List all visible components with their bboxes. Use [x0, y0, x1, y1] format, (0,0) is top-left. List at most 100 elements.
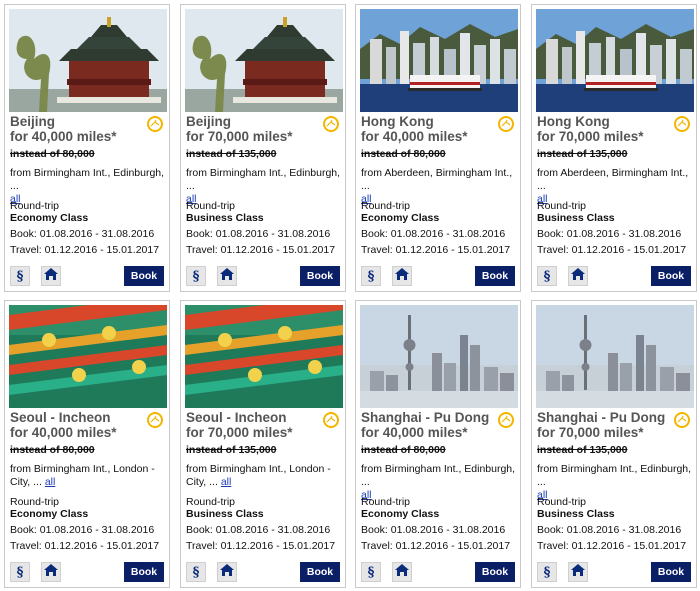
airline-logo-icon [323, 412, 339, 428]
destination-photo [185, 9, 343, 112]
home-button[interactable] [217, 266, 237, 286]
destination-name: Hong Kong [361, 114, 434, 129]
travel-period: Travel: 01.12.2016 - 15.01.2017 [537, 540, 687, 552]
destination-photo [536, 305, 694, 408]
airline-logo-icon [323, 116, 339, 132]
offer-card: Shanghai - Pu Dong for 40,000 miles* ins… [355, 300, 521, 588]
offer-title: Shanghai - Pu Dong for 40,000 miles* [361, 410, 496, 440]
home-icon [44, 267, 58, 285]
destination-name: Hong Kong [537, 114, 610, 129]
departure-airports: from Birmingham Int., London - City, ...… [10, 463, 166, 489]
destination-name: Shanghai - Pu Dong [537, 410, 666, 425]
cabin-class: Business Class [186, 212, 264, 224]
offer-title: Beijing for 40,000 miles* [10, 114, 145, 144]
rules-button[interactable]: § [361, 266, 381, 286]
miles-price: for 70,000 miles* [537, 425, 644, 440]
destination-name: Beijing [186, 114, 232, 129]
rules-button[interactable]: § [186, 562, 206, 582]
home-icon [220, 563, 234, 581]
old-price: instead of 80,000 [10, 444, 95, 456]
booking-period: Book: 01.08.2016 - 31.08.2016 [186, 524, 331, 536]
departure-list: from Aberdeen, Birmingham Int., ... [361, 167, 513, 192]
rules-button[interactable]: § [537, 562, 557, 582]
book-button[interactable]: Book [651, 266, 691, 286]
rules-button[interactable]: § [361, 562, 381, 582]
rules-button[interactable]: § [186, 266, 206, 286]
paragraph-icon: § [16, 564, 24, 580]
home-button[interactable] [568, 562, 588, 582]
travel-period: Travel: 01.12.2016 - 15.01.2017 [361, 540, 511, 552]
offers-grid: Beijing for 40,000 miles* instead of 80,… [0, 0, 700, 591]
airline-logo-icon [147, 412, 163, 428]
old-price: instead of 80,000 [361, 148, 446, 160]
offer-title: Hong Kong for 70,000 miles* [537, 114, 672, 144]
offer-card: Beijing for 70,000 miles* instead of 135… [180, 4, 346, 292]
old-price: instead of 135,000 [537, 148, 628, 160]
departure-list: from Birmingham Int., Edinburgh, ... [186, 167, 341, 192]
offer-card: Seoul - Incheon for 70,000 miles* instea… [180, 300, 346, 588]
book-button[interactable]: Book [124, 562, 164, 582]
home-icon [571, 563, 585, 581]
book-button[interactable]: Book [475, 266, 515, 286]
miles-price: for 70,000 miles* [537, 129, 644, 144]
offer-card: Shanghai - Pu Dong for 70,000 miles* ins… [531, 300, 697, 588]
cabin-class: Economy Class [361, 212, 440, 224]
airline-logo-icon [498, 412, 514, 428]
offer-title: Hong Kong for 40,000 miles* [361, 114, 496, 144]
cabin-class: Business Class [537, 212, 615, 224]
paragraph-icon: § [192, 268, 200, 284]
all-airports-link[interactable]: all [221, 476, 232, 488]
home-button[interactable] [568, 266, 588, 286]
home-button[interactable] [217, 562, 237, 582]
departure-list: from Birmingham Int., Edinburgh, ... [361, 463, 516, 488]
old-price: instead of 80,000 [361, 444, 446, 456]
destination-name: Seoul - Incheon [10, 410, 111, 425]
offer-title: Beijing for 70,000 miles* [186, 114, 321, 144]
all-airports-link[interactable]: all [45, 476, 56, 488]
book-button[interactable]: Book [651, 562, 691, 582]
rules-button[interactable]: § [10, 562, 30, 582]
cabin-class: Business Class [537, 508, 615, 520]
home-button[interactable] [41, 562, 61, 582]
home-icon [44, 563, 58, 581]
offer-card: Hong Kong for 70,000 miles* instead of 1… [531, 4, 697, 292]
cabin-class: Business Class [186, 508, 264, 520]
destination-name: Seoul - Incheon [186, 410, 287, 425]
booking-period: Book: 01.08.2016 - 31.08.2016 [537, 228, 682, 240]
miles-price: for 40,000 miles* [361, 129, 468, 144]
destination-photo [185, 305, 343, 408]
travel-period: Travel: 01.12.2016 - 15.01.2017 [361, 244, 511, 256]
home-button[interactable] [392, 266, 412, 286]
destination-photo [9, 305, 167, 408]
paragraph-icon: § [543, 268, 551, 284]
miles-price: for 70,000 miles* [186, 425, 293, 440]
offer-title: Seoul - Incheon for 40,000 miles* [10, 410, 145, 440]
booking-period: Book: 01.08.2016 - 31.08.2016 [361, 524, 506, 536]
rules-button[interactable]: § [537, 266, 557, 286]
travel-period: Travel: 01.12.2016 - 15.01.2017 [186, 540, 336, 552]
departure-list: from Birmingham Int., London - City, ... [10, 463, 155, 488]
destination-photo [9, 9, 167, 112]
travel-period: Travel: 01.12.2016 - 15.01.2017 [10, 540, 160, 552]
travel-period: Travel: 01.12.2016 - 15.01.2017 [10, 244, 160, 256]
destination-name: Beijing [10, 114, 56, 129]
old-price: instead of 80,000 [10, 148, 95, 160]
book-button[interactable]: Book [300, 562, 340, 582]
home-button[interactable] [41, 266, 61, 286]
booking-period: Book: 01.08.2016 - 31.08.2016 [537, 524, 682, 536]
book-button[interactable]: Book [124, 266, 164, 286]
home-button[interactable] [392, 562, 412, 582]
book-button[interactable]: Book [300, 266, 340, 286]
rules-button[interactable]: § [10, 266, 30, 286]
departure-list: from Birmingham Int., London - City, ... [186, 463, 331, 488]
old-price: instead of 135,000 [537, 444, 628, 456]
offer-card: Hong Kong for 40,000 miles* instead of 8… [355, 4, 521, 292]
home-icon [395, 267, 409, 285]
paragraph-icon: § [367, 564, 375, 580]
miles-price: for 40,000 miles* [10, 129, 117, 144]
miles-price: for 40,000 miles* [361, 425, 468, 440]
book-button[interactable]: Book [475, 562, 515, 582]
departure-list: from Aberdeen, Birmingham Int., ... [537, 167, 689, 192]
booking-period: Book: 01.08.2016 - 31.08.2016 [186, 228, 331, 240]
cabin-class: Economy Class [10, 212, 89, 224]
